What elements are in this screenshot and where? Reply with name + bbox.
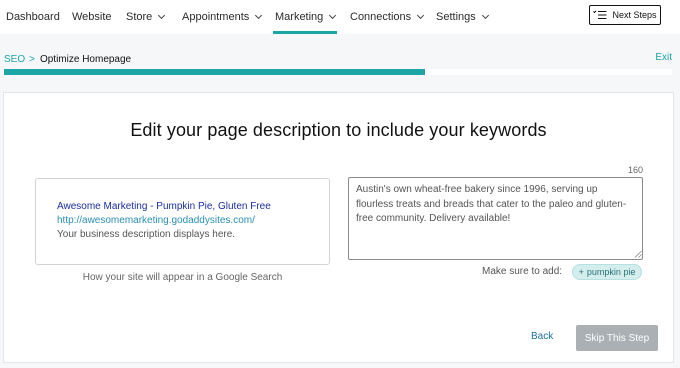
nav-website[interactable]: Website [72,0,112,34]
next-steps-button[interactable]: Next Steps [589,5,661,25]
nav-settings-label: Settings [436,11,476,23]
preview-title: Awesome Marketing - Pumpkin Pie, Gluten … [57,201,271,212]
nav-store[interactable]: Store [126,0,166,34]
seo-step-card: Edit your page description to include yo… [3,92,674,363]
progress-bar-fill [4,69,425,75]
page-description-input[interactable] [348,177,643,260]
breadcrumb: SEO > Optimize Homepage [4,52,131,66]
next-steps-label: Next Steps [612,10,657,20]
breadcrumb-separator: > [29,53,35,65]
nav-marketing-label: Marketing [275,11,324,23]
nav-dashboard[interactable]: Dashboard [6,0,60,34]
plus-icon: + [578,267,584,277]
search-result-preview: Awesome Marketing - Pumpkin Pie, Gluten … [35,178,330,265]
nav-settings[interactable]: Settings [436,0,489,34]
nav-marketing[interactable]: Marketing [272,0,338,34]
nav-appointments-label: Appointments [182,11,250,23]
top-navigation: Dashboard Website Store Appointments Mar… [0,0,680,34]
preview-description: Your business description displays here. [57,229,236,240]
chevron-down-icon [481,11,489,20]
preview-caption: How your site will appear in a Google Se… [82,272,283,283]
nav-dashboard-label: Dashboard [6,11,60,23]
nav-appointments[interactable]: Appointments [182,0,263,34]
back-button[interactable]: Back [531,331,553,342]
keyword-chip-pumpkin-pie[interactable]: + pumpkin pie [572,264,642,280]
breadcrumb-seo-link[interactable]: SEO [4,54,25,65]
chevron-down-icon [158,11,166,20]
checklist-icon [593,10,607,19]
keyword-chip-label: pumpkin pie [586,267,636,277]
page-title: Edit your page description to include yo… [130,120,547,140]
chevron-down-icon [329,11,337,20]
preview-url: http://awesomemarketing.godaddysites.com… [57,215,255,226]
character-counter: 160 [627,165,643,175]
nav-store-label: Store [126,11,153,23]
resize-handle-icon[interactable] [634,250,642,258]
nav-connections[interactable]: Connections [350,0,425,34]
chevron-down-icon [255,11,263,20]
breadcrumb-current: Optimize Homepage [39,53,132,65]
nav-connections-label: Connections [350,11,412,23]
exit-link[interactable]: Exit [655,52,672,66]
chevron-down-icon [417,11,425,20]
progress-bar [4,69,672,75]
skip-step-button[interactable]: Skip This Step [576,325,658,351]
make-sure-label: Make sure to add: [482,266,563,277]
nav-website-label: Website [72,11,112,23]
